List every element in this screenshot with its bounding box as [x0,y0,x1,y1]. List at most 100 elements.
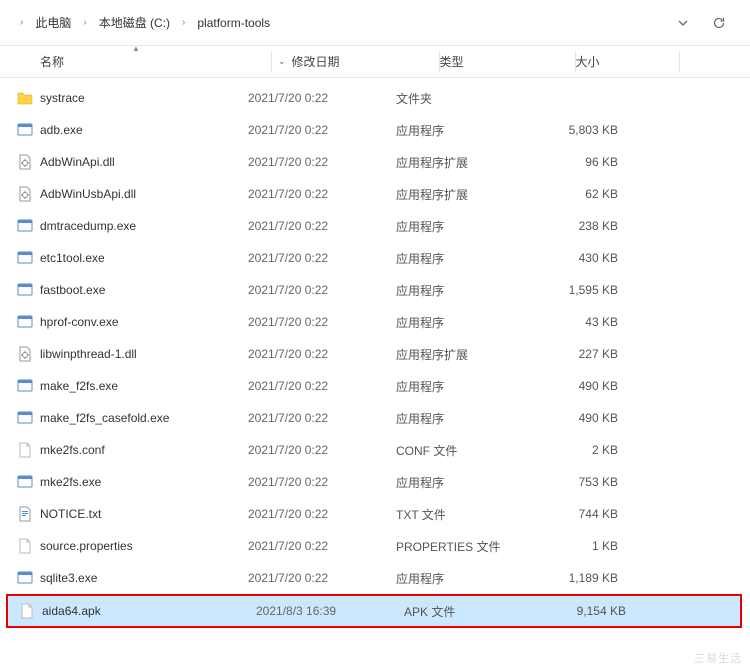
column-header-size[interactable]: 大小 [576,46,680,77]
file-name-label: dmtracedump.exe [40,219,136,233]
file-size-cell: 238 KB [532,219,636,233]
file-date-cell: 2021/7/20 0:22 [248,283,396,297]
file-name-cell: make_f2fs_casefold.exe [16,409,248,427]
file-row[interactable]: make_f2fs.exe2021/7/20 0:22应用程序490 KB [0,370,750,402]
breadcrumb-item[interactable]: 此电脑 [31,12,75,33]
dropdown-icon[interactable] [674,14,692,32]
exe-icon [16,217,34,235]
file-name-cell: source.properties [16,537,248,555]
column-dropdown-icon[interactable]: ⌄ [272,56,292,67]
column-header-name[interactable]: ▲ 名称 [0,46,272,77]
dll-icon [16,153,34,171]
file-name-label: aida64.apk [42,604,101,618]
file-name-cell: NOTICE.txt [16,505,248,523]
exe-icon [16,121,34,139]
chevron-right-icon[interactable]: › [81,17,88,28]
file-date-cell: 2021/7/20 0:22 [248,347,396,361]
file-row[interactable]: hprof-conv.exe2021/7/20 0:22应用程序43 KB [0,306,750,338]
chevron-right-icon[interactable]: › [180,17,187,28]
file-type-cell: PROPERTIES 文件 [396,538,532,555]
file-row[interactable]: dmtracedump.exe 2021/7/20 0:22应用程序238 KB [0,210,750,242]
file-name-label: hprof-conv.exe [40,315,119,329]
file-row[interactable]: make_f2fs_casefold.exe2021/7/20 0:22应用程序… [0,402,750,434]
file-row[interactable]: sqlite3.exe2021/7/20 0:22应用程序1,189 KB [0,562,750,594]
file-date-cell: 2021/7/20 0:22 [248,379,396,393]
file-size-cell: 490 KB [532,411,636,425]
exe-icon [16,377,34,395]
breadcrumb-item[interactable]: platform-tools [193,14,274,32]
column-label: 修改日期 [292,53,340,70]
file-row[interactable]: aida64.apk2021/8/3 16:39APK 文件9,154 KB [6,594,742,628]
column-header-date[interactable]: 修改日期 [292,46,440,77]
file-date-cell: 2021/7/20 0:22 [248,123,396,137]
exe-icon [16,249,34,267]
file-date-cell: 2021/7/20 0:22 [248,507,396,521]
file-date-cell: 2021/7/20 0:22 [248,219,396,233]
file-name-label: libwinpthread-1.dll [40,347,137,361]
exe-icon [16,409,34,427]
file-row[interactable]: etc1tool.exe2021/7/20 0:22应用程序430 KB [0,242,750,274]
file-type-cell: 应用程序扩展 [396,346,532,363]
column-label: 名称 [40,53,64,70]
file-date-cell: 2021/7/20 0:22 [248,251,396,265]
file-type-cell: 应用程序 [396,122,532,139]
file-type-cell: 应用程序 [396,282,532,299]
file-type-cell: 应用程序 [396,314,532,331]
watermark: 三易生活 [694,650,742,666]
file-name-label: fastboot.exe [40,283,105,297]
file-type-cell: 应用程序扩展 [396,186,532,203]
breadcrumb-item[interactable]: 本地磁盘 (C:) [95,12,174,33]
file-name-cell: AdbWinApi.dll [16,153,248,171]
file-name-cell: mke2fs.conf [16,441,248,459]
file-row[interactable]: NOTICE.txt2021/7/20 0:22TXT 文件744 KB [0,498,750,530]
column-header-type[interactable]: 类型 [440,46,576,77]
column-headers: ▲ 名称 ⌄ 修改日期 类型 大小 [0,46,750,78]
address-bar: › 此电脑 › 本地磁盘 (C:) › platform-tools [0,0,750,46]
file-row[interactable]: mke2fs.conf2021/7/20 0:22CONF 文件2 KB [0,434,750,466]
file-size-cell: 5,803 KB [532,123,636,137]
refresh-icon[interactable] [710,14,728,32]
file-icon [18,602,36,620]
file-name-cell: hprof-conv.exe [16,313,248,331]
file-date-cell: 2021/7/20 0:22 [248,91,396,105]
nav-actions [674,14,738,32]
file-name-label: make_f2fs_casefold.exe [40,411,169,425]
file-name-cell: aida64.apk [18,602,256,620]
file-name-label: systrace [40,91,85,105]
file-size-cell: 9,154 KB [540,604,644,618]
file-size-cell: 227 KB [532,347,636,361]
file-name-cell: systrace [16,89,248,107]
file-name-cell: adb.exe [16,121,248,139]
file-date-cell: 2021/7/20 0:22 [248,187,396,201]
file-type-cell: 应用程序 [396,218,532,235]
file-name-label: adb.exe [40,123,83,137]
file-size-cell: 490 KB [532,379,636,393]
file-row[interactable]: source.properties2021/7/20 0:22PROPERTIE… [0,530,750,562]
file-list: systrace2021/7/20 0:22文件夹adb.exe2021/7/2… [0,78,750,628]
file-name-cell: fastboot.exe [16,281,248,299]
file-size-cell: 43 KB [532,315,636,329]
chevron-right-icon[interactable]: › [18,17,25,28]
file-row[interactable]: AdbWinApi.dll2021/7/20 0:22应用程序扩展96 KB [0,146,750,178]
file-type-cell: 文件夹 [396,90,532,107]
file-date-cell: 2021/7/20 0:22 [248,539,396,553]
file-name-cell: etc1tool.exe [16,249,248,267]
file-row[interactable]: adb.exe 2021/7/20 0:22应用程序5,803 KB [0,114,750,146]
file-size-cell: 1 KB [532,539,636,553]
folder-icon [16,89,34,107]
file-name-label: sqlite3.exe [40,571,97,585]
file-date-cell: 2021/8/3 16:39 [256,604,404,618]
file-icon [16,441,34,459]
file-row[interactable]: libwinpthread-1.dll 2021/7/20 0:22应用程序扩展2… [0,338,750,370]
file-row[interactable]: fastboot.exe2021/7/20 0:22应用程序1,595 KB [0,274,750,306]
file-name-label: AdbWinUsbApi.dll [40,187,136,201]
exe-icon [16,281,34,299]
file-row[interactable]: mke2fs.exe2021/7/20 0:22应用程序753 KB [0,466,750,498]
file-type-cell: CONF 文件 [396,442,532,459]
file-row[interactable]: AdbWinUsbApi.dll2021/7/20 0:22应用程序扩展62 K… [0,178,750,210]
file-name-label: NOTICE.txt [40,507,101,521]
file-name-label: etc1tool.exe [40,251,105,265]
file-type-cell: 应用程序 [396,378,532,395]
file-row[interactable]: systrace 2021/7/20 0:22文件夹 [0,82,750,114]
file-size-cell: 430 KB [532,251,636,265]
